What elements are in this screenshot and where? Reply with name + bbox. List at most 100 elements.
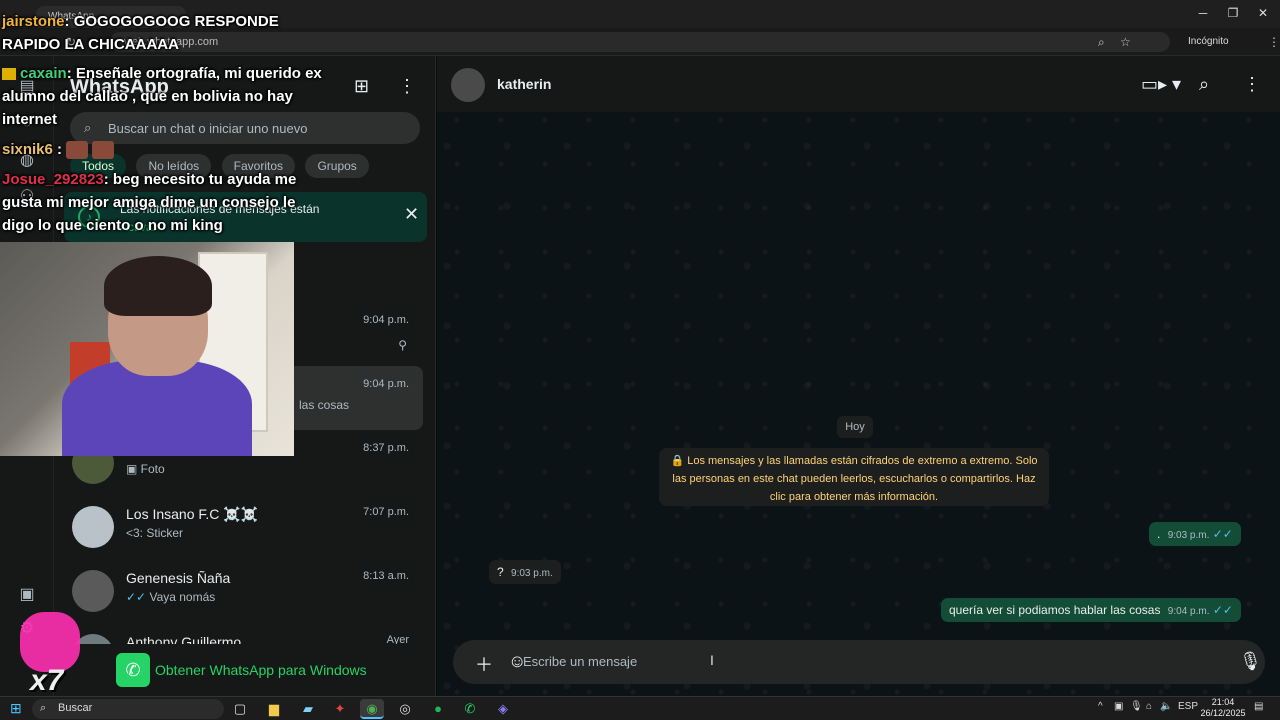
obs-icon[interactable]: ◎ xyxy=(393,699,417,719)
stream-chat-user: jairstone xyxy=(2,13,65,30)
microphone-icon[interactable]: 🎙 xyxy=(1239,651,1262,672)
attach-plus-icon[interactable]: ＋ xyxy=(475,651,493,677)
stream-chat-message: caxain: Enseñale ortografía, mi querido … xyxy=(2,62,322,131)
list-item[interactable]: Los Insano F.C ☠️☠️ <3: Sticker 7:07 p.m… xyxy=(54,494,435,558)
chat-preview: <3: Sticker xyxy=(126,526,184,540)
microphone-icon[interactable]: 🎙 xyxy=(1130,701,1143,712)
chat-preview: ▣ Foto xyxy=(126,462,165,476)
message-time: 9:04 p.m. xyxy=(1167,606,1210,617)
stream-sticker-overlay: x7 xyxy=(10,608,80,698)
clock-time: 21:04 xyxy=(1211,697,1235,707)
emote-icon xyxy=(92,141,115,160)
get-windows-app-banner[interactable]: ✆ Obtener WhatsApp para Windows xyxy=(54,644,435,696)
avatar xyxy=(72,570,114,612)
contact-name[interactable]: katherin xyxy=(497,76,551,92)
volume-icon[interactable]: 🔈 xyxy=(1160,701,1172,712)
chat-time: 7:07 p.m. xyxy=(363,506,409,518)
chat-time: 8:13 a.m. xyxy=(363,570,409,582)
message-outgoing[interactable]: . 9:03 p.m. ✓✓ xyxy=(1149,522,1241,546)
contact-avatar[interactable] xyxy=(451,68,485,102)
chrome-icon[interactable]: ◉ xyxy=(360,699,384,719)
app-icon[interactable]: ✦ xyxy=(328,699,352,719)
avatar xyxy=(72,506,114,548)
pink-hand-icon xyxy=(20,612,80,672)
bookmark-star-icon[interactable]: ☆ xyxy=(1120,35,1131,49)
taskbar: ⊞ ⌕ Buscar ▢ ▆ ▰ ✦ ◉ ◎ ● ✆ ◈ ^ ▣ 🎙 ⌂ 🔈 E… xyxy=(0,696,1280,720)
message-text: quería ver si podiamos hablar las cosas xyxy=(949,603,1161,617)
chat-name: Anthony Guillermo xyxy=(126,634,242,644)
chat-menu-icon[interactable]: ⋮ xyxy=(1243,74,1261,95)
search-icon[interactable]: ⌕ xyxy=(1199,74,1209,95)
file-explorer-icon[interactable]: ▆ xyxy=(262,699,286,719)
message-incoming[interactable]: ? 9:03 p.m. xyxy=(489,560,561,584)
clock-date: 26/12/2025 xyxy=(1200,708,1246,718)
screen: WhatsApp ─ ❐ ✕ ← → ↻ web.whatsapp.com ⌕ … xyxy=(0,0,1280,720)
notes-app-icon[interactable]: ▰ xyxy=(296,699,320,719)
stream-chat-user: Josue_292823 xyxy=(2,171,104,188)
stream-chat-user: sixnik6 xyxy=(2,141,53,158)
message-text: ? xyxy=(497,565,504,579)
encryption-text: Los mensajes y las llamadas están cifrad… xyxy=(672,455,1038,503)
list-item[interactable]: Genenesis Ñaña ✓✓ Vaya nomás 8:13 a.m. xyxy=(54,558,435,622)
chat-preview-text: Foto xyxy=(140,462,165,476)
chat-name: Los Insano F.C ☠️☠️ xyxy=(126,506,259,522)
taskbar-search[interactable]: ⌕ Buscar xyxy=(32,699,224,719)
incognito-label[interactable]: Incógnito xyxy=(1188,36,1229,47)
cta-text: Obtener WhatsApp para Windows xyxy=(155,662,367,678)
language-indicator[interactable]: ESP xyxy=(1178,701,1198,712)
minimize-icon[interactable]: ─ xyxy=(1188,6,1218,20)
new-chat-icon[interactable]: ⊞ xyxy=(354,76,369,97)
maximize-icon[interactable]: ❐ xyxy=(1218,6,1248,20)
lock-icon: 🔒 xyxy=(670,455,688,467)
chat-preview-text: Vaya nomás xyxy=(149,590,216,604)
message-text: . xyxy=(1157,527,1161,541)
media-icon[interactable]: ▣ xyxy=(17,584,37,604)
list-item[interactable]: Anthony Guillermo Ayer xyxy=(54,622,435,644)
stream-chat-text: : xyxy=(52,141,63,158)
search-icon: ⌕ xyxy=(40,702,47,714)
sticker-text: x7 xyxy=(30,664,64,697)
task-view-icon[interactable]: ▢ xyxy=(228,699,252,719)
text-cursor-icon: I xyxy=(710,652,714,668)
taskbar-clock[interactable]: 21:04 26/12/2025 xyxy=(1200,697,1246,719)
whatsapp-icon[interactable]: ✆ xyxy=(458,699,482,719)
notifications-icon[interactable]: ▤ xyxy=(1254,701,1263,712)
zoom-icon[interactable]: ⌕ xyxy=(1098,35,1105,50)
close-icon[interactable]: ✕ xyxy=(404,204,419,225)
browser-menu-icon[interactable]: ⋮ xyxy=(1268,35,1280,49)
tray-chevron-icon[interactable]: ^ xyxy=(1098,701,1103,712)
conversation-pane: katherin ▭▸ ▾ ⌕ ⋮ Hoy 🔒 Los mensajes y l… xyxy=(437,56,1280,696)
read-receipt-icon: ✓✓ xyxy=(126,590,150,604)
chat-preview: las cosas xyxy=(299,398,350,412)
message-outgoing[interactable]: quería ver si podiamos hablar las cosas … xyxy=(941,598,1241,622)
windows-start-icon[interactable]: ⊞ xyxy=(10,701,24,715)
menu-icon[interactable]: ⋮ xyxy=(398,76,416,97)
message-time: 9:03 p.m. xyxy=(511,568,553,579)
pin-icon: ⚲ xyxy=(398,338,407,352)
chat-preview: ✓✓ Vaya nomás xyxy=(126,590,215,604)
taskbar-search-label: Buscar xyxy=(58,702,93,714)
discord-icon[interactable]: ◈ xyxy=(491,699,515,719)
spotify-icon[interactable]: ● xyxy=(426,699,450,719)
video-call-icon[interactable]: ▭▸ ▾ xyxy=(1141,74,1181,95)
tray-app-icon[interactable]: ▣ xyxy=(1114,701,1123,712)
network-icon[interactable]: ⌂ xyxy=(1146,701,1152,712)
crown-badge-icon xyxy=(2,68,16,81)
chat-time: 8:37 p.m. xyxy=(363,442,409,454)
chat-time: 9:04 p.m. xyxy=(363,378,409,390)
message-composer: ＋ ☺ Escribe un mensaje I 🎙 xyxy=(453,640,1265,684)
message-input[interactable]: Escribe un mensaje xyxy=(523,654,637,669)
encryption-notice[interactable]: 🔒 Los mensajes y las llamadas están cifr… xyxy=(659,448,1049,506)
chat-time: 9:04 p.m. xyxy=(363,314,409,326)
stream-chat-message: jairstone: GOGOGOGOOG RESPONDE RAPIDO LA… xyxy=(2,10,322,56)
close-window-icon[interactable]: ✕ xyxy=(1248,6,1278,20)
chat-header[interactable]: katherin ▭▸ ▾ ⌕ ⋮ xyxy=(437,56,1280,112)
read-receipt-icon: ✓✓ xyxy=(1212,527,1233,541)
webcam-person-hair xyxy=(104,256,212,316)
whatsapp-logo-icon: ✆ xyxy=(116,653,150,687)
stream-chat-user: caxain xyxy=(20,65,67,82)
stream-chat-message: sixnik6 : xyxy=(2,138,115,161)
photo-icon: ▣ xyxy=(126,462,141,476)
read-receipt-icon: ✓✓ xyxy=(1212,603,1233,617)
day-separator: Hoy xyxy=(837,416,873,438)
